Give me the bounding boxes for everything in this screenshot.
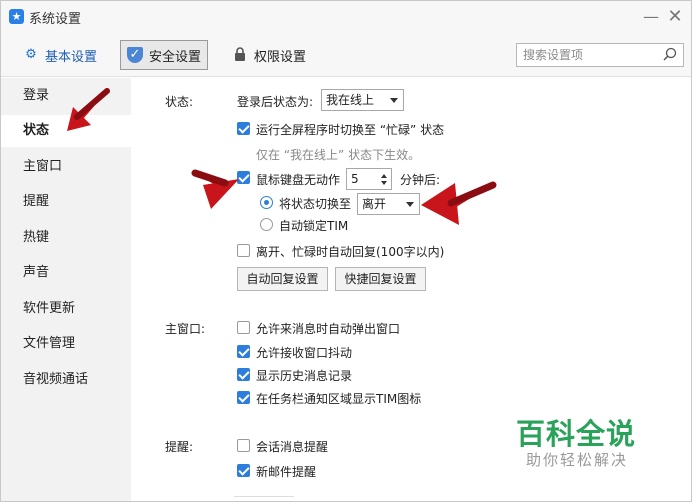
auto-lock-radio[interactable] [260,218,273,231]
switch-status-radio[interactable] [260,196,273,209]
select-value: 我在线上 [326,93,375,107]
mail-reminder-label: 新邮件提醒 [256,465,317,479]
tab-security-settings[interactable]: ✓ 安全设置 [120,40,208,70]
tray-icon-label: 在任务栏通知区域显示TIM图标 [256,392,422,406]
app-star-icon: ★ [9,9,24,24]
idle-label: 鼠标键盘无动作 [256,173,341,187]
tab-bar: ⚙ 基本设置 ✓ 安全设置 权限设置 [1,33,691,77]
after-login-label: 登录后状态为: [237,95,314,109]
tab-label: 基本设置 [45,49,98,65]
main-window-section-label: 主窗口: [165,322,206,336]
shield-icon: ✓ [127,47,143,63]
next-row-edge [234,496,294,501]
watermark-title: 百科全说 [516,417,637,451]
tab-label: 权限设置 [254,49,307,65]
after-login-status-select[interactable]: 我在线上 [321,89,404,111]
reminder-section-label: 提醒: [165,440,194,454]
auto-lock-label: 自动锁定TIM [279,219,349,233]
fullscreen-busy-label: 运行全屏程序时切换至 “忙碌” 状态 [256,123,445,137]
history-messages-checkbox[interactable] [237,368,250,381]
chat-reminder-label: 会话消息提醒 [256,440,329,454]
gear-icon: ⚙ [25,47,37,62]
settings-sidebar: 登录 状态 主窗口 提醒 热键 声音 软件更新 文件管理 音视频通话 [1,78,131,501]
sidebar-item-main-window[interactable]: 主窗口 [1,151,131,183]
auto-popup-label: 允许来消息时自动弹出窗口 [256,322,401,336]
auto-reply-settings-button[interactable]: 自动回复设置 [237,267,328,291]
sidebar-item-hotkey[interactable]: 热键 [1,222,131,254]
stepper-up-icon[interactable] [381,174,387,178]
watermark-subtitle: 助你轻松解决 [526,451,629,469]
sidebar-item-software-update[interactable]: 软件更新 [1,293,131,325]
idle-minutes-stepper[interactable]: 5 [346,168,392,190]
stepper-value: 5 [351,172,359,186]
stepper-down-icon[interactable] [381,181,387,185]
tab-label: 安全设置 [149,49,202,65]
history-messages-label: 显示历史消息记录 [256,369,353,383]
fullscreen-busy-checkbox[interactable] [237,122,250,135]
auto-reply-label: 离开、忙碌时自动回复(100字以内) [256,245,445,259]
status-section-label: 状态: [165,95,194,109]
annotation-arrow-idle [191,169,239,209]
switch-status-select[interactable]: 离开 [357,193,420,215]
window-title: 系统设置 [29,12,82,27]
auto-popup-checkbox[interactable] [237,321,250,334]
fullscreen-busy-hint: 仅在 “我在线上” 状态下生效。 [256,148,421,162]
tab-permission-settings[interactable]: 权限设置 [226,40,312,70]
window-shake-checkbox[interactable] [237,345,250,358]
quick-reply-settings-button[interactable]: 快捷回复设置 [335,267,426,291]
close-button[interactable]: ✕ [665,7,685,27]
minimize-button[interactable]: — [641,7,661,27]
lock-icon [232,47,248,63]
sidebar-item-file-management[interactable]: 文件管理 [1,328,131,360]
chevron-down-icon [406,202,414,207]
chevron-down-icon [390,98,398,103]
search-icon[interactable] [663,47,677,61]
watermark: 百科全说 助你轻松解决 [516,411,686,471]
switch-status-label: 将状态切换至 [279,197,352,211]
sidebar-item-sound[interactable]: 声音 [1,257,131,289]
sidebar-item-av-call[interactable]: 音视频通话 [1,364,131,396]
tray-icon-checkbox[interactable] [237,391,250,404]
sidebar-item-reminder[interactable]: 提醒 [1,186,131,218]
search-input[interactable] [523,46,663,64]
search-box[interactable] [516,43,684,67]
select-value: 离开 [362,197,387,211]
window-shake-label: 允许接收窗口抖动 [256,346,353,360]
tab-basic-settings[interactable]: ⚙ 基本设置 [17,40,103,70]
settings-window: ★ 系统设置 — ✕ ⚙ 基本设置 ✓ 安全设置 权限设置 登录 状态 主窗口 … [0,0,692,502]
chat-reminder-checkbox[interactable] [237,439,250,452]
mail-reminder-checkbox[interactable] [237,464,250,477]
title-bar: ★ 系统设置 — ✕ [1,1,691,33]
annotation-arrow-sidebar [67,88,110,131]
auto-reply-checkbox[interactable] [237,244,250,257]
annotation-arrow-select [421,181,497,225]
